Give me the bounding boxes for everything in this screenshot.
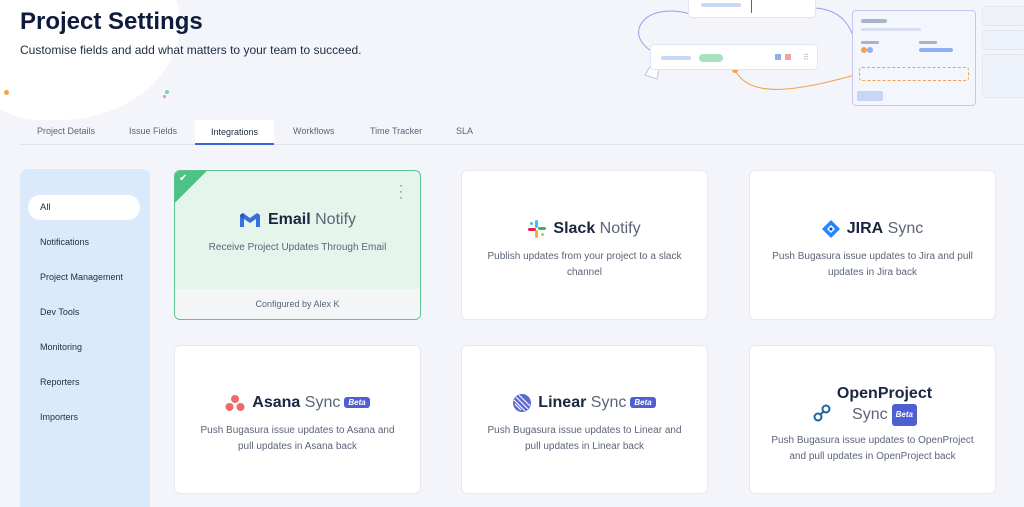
page-subtitle: Customise fields and add what matters to… (20, 43, 362, 57)
integration-card-linear[interactable]: Linear Sync Beta Push Bugasura issue upda… (461, 345, 708, 494)
decor-dot-pink (163, 95, 166, 98)
sidebar-item-notifications[interactable]: Notifications (28, 230, 140, 255)
illustration-panel-1 (982, 6, 1024, 26)
integration-card-jira[interactable]: JIRA Sync Push Bugasura issue updates to… (749, 170, 996, 320)
tab-issue-fields[interactable]: Issue Fields (129, 126, 177, 136)
card-brand: Asana (252, 394, 301, 411)
page-title: Project Settings (20, 8, 203, 35)
card-description: Receive Project Updates Through Email (208, 242, 387, 253)
card-heading: JIRA Sync (750, 220, 995, 238)
integration-card-email[interactable]: ✔ · · · Email Notify Receive Project Updat… (174, 170, 421, 320)
card-description: Push Bugasura issue updates to Jira and … (772, 251, 973, 278)
openproject-icon (813, 404, 831, 422)
tab-project-details[interactable]: Project Details (37, 126, 95, 136)
beta-badge: Beta (891, 404, 917, 426)
card-type: Sync (852, 406, 888, 424)
header-illustration: ⠿ (600, 0, 1024, 118)
more-options-icon[interactable]: · · · (399, 179, 403, 203)
card-description: Push Bugasura issue updates to OpenProje… (771, 435, 974, 462)
card-type: Sync (304, 394, 341, 411)
card-description: Push Bugasura issue updates to Asana and… (200, 425, 395, 452)
sidebar-item-dev-tools[interactable]: Dev Tools (28, 300, 140, 325)
card-heading: OpenProject Sync Beta (750, 384, 995, 426)
jira-icon (821, 220, 840, 238)
beta-badge: Beta (630, 397, 656, 409)
integration-category-sidebar: All Notifications Project Management Dev… (20, 169, 150, 507)
tab-integrations[interactable]: Integrations (195, 120, 275, 145)
card-brand: Slack (553, 220, 596, 237)
card-heading: Asana Sync Beta (175, 394, 420, 412)
card-brand: Email (267, 211, 311, 228)
page-header: Project Settings Customise fields and ad… (0, 0, 1024, 120)
sidebar-item-project-management[interactable]: Project Management (28, 265, 140, 290)
card-type: Sync (887, 220, 924, 237)
beta-badge: Beta (344, 397, 370, 409)
illustration-card-board (852, 10, 976, 106)
integration-card-openproject[interactable]: OpenProject Sync Beta Push Bugasura issue… (749, 345, 996, 494)
decor-dot-orange (4, 90, 9, 95)
sidebar-item-importers[interactable]: Importers (28, 405, 140, 430)
card-brand: Linear (538, 394, 587, 411)
card-description: Publish updates from your project to a s… (487, 251, 682, 278)
integration-card-slack[interactable]: Slack Notify Publish updates from your p… (461, 170, 708, 320)
illustration-card-top (688, 0, 816, 18)
illustration-panel-3 (982, 54, 1024, 98)
sidebar-item-monitoring[interactable]: Monitoring (28, 335, 140, 360)
illustration-card-middle: ⠿ (650, 44, 818, 70)
decor-dot-green (165, 90, 169, 94)
settings-tabs: Project Details Issue Fields Integration… (20, 120, 1024, 145)
card-type: Notify (315, 211, 357, 228)
card-description: Push Bugasura issue updates to Linear an… (487, 425, 682, 452)
card-type: Notify (599, 220, 641, 237)
slack-icon (528, 220, 547, 238)
card-brand: OpenProject (836, 385, 933, 402)
linear-icon (513, 394, 532, 412)
gmail-icon (239, 213, 260, 227)
card-configured-by: Configured by Alex K (175, 289, 420, 319)
integration-card-asana[interactable]: Asana Sync Beta Push Bugasura issue updat… (174, 345, 421, 494)
asana-icon (225, 395, 245, 411)
sidebar-item-reporters[interactable]: Reporters (28, 370, 140, 395)
card-type: Sync (590, 394, 627, 411)
check-icon: ✔ (179, 173, 188, 184)
sidebar-item-all[interactable]: All (28, 195, 140, 220)
illustration-panel-2 (982, 30, 1024, 50)
card-heading: Linear Sync Beta (462, 394, 707, 412)
card-heading: Email Notify (175, 211, 420, 229)
card-brand: JIRA (846, 220, 884, 237)
tab-time-tracker[interactable]: Time Tracker (370, 126, 422, 136)
tab-workflows[interactable]: Workflows (293, 126, 334, 136)
tab-sla[interactable]: SLA (456, 126, 473, 136)
card-heading: Slack Notify (462, 220, 707, 238)
